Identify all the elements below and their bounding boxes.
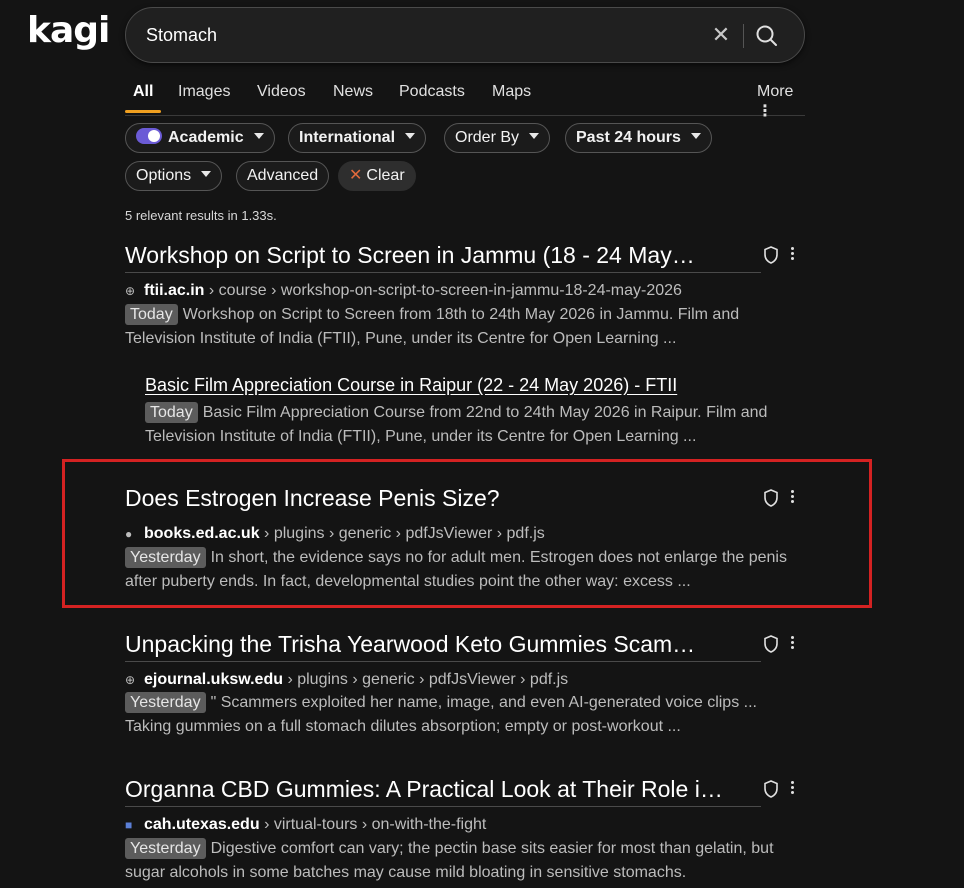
time-filter[interactable]: Past 24 hours [565, 123, 712, 153]
region-label: International [299, 129, 396, 146]
chevron-down-icon [405, 132, 416, 139]
chevron-down-icon [529, 132, 540, 139]
result-path: › virtual-tours › on-with-the-fight [264, 816, 487, 833]
more-options-icon[interactable] [789, 635, 797, 651]
search-icon[interactable] [754, 23, 780, 49]
result-url[interactable]: ⊕ ftii.ac.in › course › workshop-on-scrip… [125, 282, 682, 300]
shield-icon[interactable] [762, 634, 780, 654]
result-title-link[interactable]: Unpacking the Trisha Yearwood Keto Gummi… [125, 631, 761, 662]
time-label: Past 24 hours [576, 129, 681, 146]
favicon-icon: ● [125, 527, 133, 541]
academic-label: Academic [168, 129, 244, 146]
academic-filter[interactable]: Academic [125, 123, 275, 153]
snippet-text: " Scammers exploited her name, image, an… [125, 694, 757, 735]
result-title-link[interactable]: Workshop on Script to Screen in Jammu (1… [125, 242, 761, 273]
snippet-text: Basic Film Appreciation Course from 22nd… [145, 404, 768, 445]
globe-icon: ⊕ [125, 673, 136, 687]
result-title-link[interactable]: Does Estrogen Increase Penis Size? [125, 485, 755, 515]
date-badge: Yesterday [125, 838, 206, 859]
chevron-down-icon [690, 132, 701, 139]
search-tabs: All Images Videos News Podcasts Maps Mor… [125, 78, 805, 120]
more-dots-icon: ⋮ [757, 103, 773, 120]
date-badge: Today [145, 402, 198, 423]
chevron-down-icon [253, 132, 264, 139]
active-tab-indicator [125, 110, 161, 113]
advanced-button[interactable]: Advanced [236, 161, 330, 191]
result-domain: ftii.ac.in [144, 282, 205, 299]
sub-result-title-link[interactable]: Basic Film Appreciation Course in Raipur… [145, 375, 677, 396]
options-label: Options [136, 167, 192, 184]
snippet-text: In short, the evidence says no for adult… [125, 549, 787, 590]
date-badge: Yesterday [125, 692, 206, 713]
clear-label: Clear [366, 167, 405, 184]
clear-search-icon[interactable]: ✕ [710, 24, 732, 46]
result-snippet: Yesterday Digestive comfort can vary; the… [125, 837, 805, 885]
region-filter[interactable]: International [288, 123, 427, 153]
result-url[interactable]: ● books.ed.ac.uk › plugins › generic › pd… [125, 525, 545, 543]
result-domain: books.ed.ac.uk [144, 525, 260, 542]
tab-more-label: More [757, 83, 794, 100]
more-options-icon[interactable] [789, 489, 797, 505]
tab-videos[interactable]: Videos [257, 83, 306, 101]
tab-news[interactable]: News [333, 83, 373, 101]
academic-toggle[interactable] [136, 127, 162, 144]
clear-filters-button[interactable]: ✕ Clear [338, 161, 416, 191]
globe-icon: ⊕ [125, 284, 136, 298]
tab-images[interactable]: Images [178, 83, 230, 101]
chevron-down-icon [201, 170, 212, 177]
result-path: › plugins › generic › pdfJsViewer › pdf.… [287, 671, 569, 688]
snippet-text: Workshop on Script to Screen from 18th t… [125, 306, 740, 347]
search-input[interactable] [146, 22, 706, 48]
result-url[interactable]: ⊕ ejournal.uksw.edu › plugins › generic ›… [125, 671, 568, 689]
date-badge: Yesterday [125, 547, 206, 568]
result-title-link[interactable]: Organna CBD Gummies: A Practical Look at… [125, 776, 761, 807]
more-options-icon[interactable] [789, 780, 797, 796]
snippet-text: Digestive comfort can vary; the pectin b… [125, 840, 774, 881]
tab-more[interactable]: More ⋮ [757, 83, 805, 121]
sub-result-snippet: Today Basic Film Appreciation Course from… [145, 401, 810, 449]
tab-maps[interactable]: Maps [492, 83, 531, 101]
search-box: ✕ [125, 7, 805, 63]
result-snippet: Today Workshop on Script to Screen from 1… [125, 303, 805, 351]
date-badge: Today [125, 304, 178, 325]
result-path: › course › workshop-on-script-to-screen-… [208, 282, 682, 299]
order-filter[interactable]: Order By [444, 123, 551, 153]
options-filter[interactable]: Options [125, 161, 223, 191]
search-divider [743, 24, 744, 48]
shield-icon[interactable] [762, 779, 780, 799]
tab-podcasts[interactable]: Podcasts [399, 83, 465, 101]
result-path: › plugins › generic › pdfJsViewer › pdf.… [264, 525, 545, 542]
order-label: Order By [455, 129, 520, 146]
shield-icon[interactable] [762, 488, 780, 508]
kagi-logo[interactable]: kagi [27, 10, 110, 51]
tab-all[interactable]: All [133, 83, 153, 101]
result-snippet: Yesterday In short, the evidence says no … [125, 546, 805, 594]
advanced-label: Advanced [247, 167, 319, 184]
result-snippet: Yesterday " Scammers exploited her name, … [125, 691, 805, 739]
favicon-icon: ■ [125, 818, 133, 832]
result-domain: ejournal.uksw.edu [144, 671, 283, 688]
close-icon: ✕ [349, 167, 363, 184]
result-url[interactable]: ■ cah.utexas.edu › virtual-tours › on-wit… [125, 816, 486, 834]
more-options-icon[interactable] [789, 246, 797, 262]
results-summary: 5 relevant results in 1.33s. [125, 208, 277, 223]
result-domain: cah.utexas.edu [144, 816, 260, 833]
shield-icon[interactable] [762, 245, 780, 265]
